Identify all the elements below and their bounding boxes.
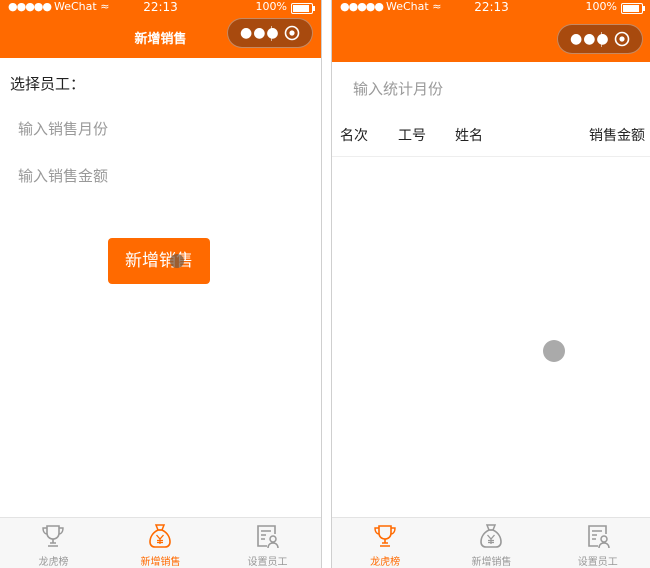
touch-indicator: [170, 254, 184, 268]
tab-label: 新增销售: [140, 557, 181, 568]
status-bar: ●●●●● WeChat ≈ 22:13 100%: [332, 0, 650, 18]
capsule-divider: [601, 32, 602, 47]
staff-card-icon: [587, 525, 610, 549]
tab-label: 新增销售: [471, 557, 512, 568]
tab-staff-settings[interactable]: 设置员工: [214, 518, 321, 568]
carrier-indicator: ●●●●● WeChat ≈: [340, 0, 441, 13]
mini-program-capsule: ●●●: [557, 24, 643, 54]
trophy-icon: [42, 525, 65, 547]
trophy-icon: [374, 525, 396, 547]
more-menu-icon[interactable]: ●●●: [240, 25, 280, 41]
tab-staff-settings[interactable]: 设置员工: [545, 518, 650, 568]
column-header-sales-amount: 销售金额: [589, 128, 645, 144]
capsule-divider: [271, 26, 272, 41]
navigation-bar: ●●●●● WeChat ≈ 22:13 100% ●●●: [332, 0, 650, 62]
wifi-icon: ≈: [428, 0, 442, 13]
screen-leaderboard: ●●●●● WeChat ≈ 22:13 100% ●●● 输入统计月份 名次 工…: [331, 0, 650, 568]
sale-amount-input[interactable]: 输入销售金额: [18, 165, 108, 186]
stat-month-input[interactable]: 输入统计月份: [353, 78, 443, 99]
tab-leaderboard[interactable]: 龙虎榜: [0, 518, 107, 568]
sale-month-input[interactable]: 输入销售月份: [18, 118, 108, 139]
tab-label: 龙虎榜: [38, 557, 69, 568]
battery-icon: [621, 3, 645, 14]
column-header-employee-id: 工号: [398, 128, 426, 144]
clock: 22:13: [143, 0, 178, 14]
carrier-name: WeChat: [54, 0, 97, 13]
tab-label: 设置员工: [247, 557, 288, 568]
tab-add-sale[interactable]: 新增销售: [107, 518, 214, 568]
navigation-bar: ●●●●● WeChat ≈ 22:13 100% 新增销售 ●●●: [0, 0, 321, 58]
money-bag-icon: [149, 524, 172, 548]
status-bar: ●●●●● WeChat ≈ 22:13 100%: [0, 0, 321, 18]
tab-bar: 龙虎榜 新增销售 设置员工: [0, 517, 321, 568]
money-bag-icon: [480, 524, 503, 548]
carrier-name: WeChat: [386, 0, 429, 13]
wifi-icon: ≈: [96, 0, 110, 13]
carrier-indicator: ●●●●● WeChat ≈: [8, 0, 109, 13]
column-header-rank: 名次: [340, 128, 368, 144]
close-mini-program-icon[interactable]: [614, 31, 630, 47]
more-menu-icon[interactable]: ●●●: [570, 31, 610, 47]
clock: 22:13: [474, 0, 509, 14]
staff-card-icon: [257, 525, 280, 549]
battery-percentage: 100%: [585, 0, 617, 13]
tab-label: 龙虎榜: [370, 557, 401, 568]
battery-percentage: 100%: [255, 0, 287, 13]
tab-leaderboard[interactable]: 龙虎榜: [332, 518, 438, 568]
employee-select-label[interactable]: 选择员工：: [10, 73, 85, 94]
tab-label: 设置员工: [577, 557, 618, 568]
battery-icon: [291, 3, 315, 14]
signal-icon: ●●●●●: [340, 0, 384, 13]
signal-icon: ●●●●●: [8, 0, 52, 13]
table-header-divider: [332, 156, 650, 157]
tab-add-sale[interactable]: 新增销售: [438, 518, 544, 568]
touch-indicator: [543, 340, 565, 362]
tab-bar: 龙虎榜 新增销售 设置员工: [332, 517, 650, 568]
mini-program-capsule: ●●●: [227, 18, 313, 48]
close-mini-program-icon[interactable]: [284, 25, 300, 41]
column-header-name: 姓名: [455, 128, 483, 144]
add-sale-button[interactable]: 新增销售: [108, 238, 210, 284]
screen-add-sale: ●●●●● WeChat ≈ 22:13 100% 新增销售 ●●● 选择员工： …: [0, 0, 322, 568]
